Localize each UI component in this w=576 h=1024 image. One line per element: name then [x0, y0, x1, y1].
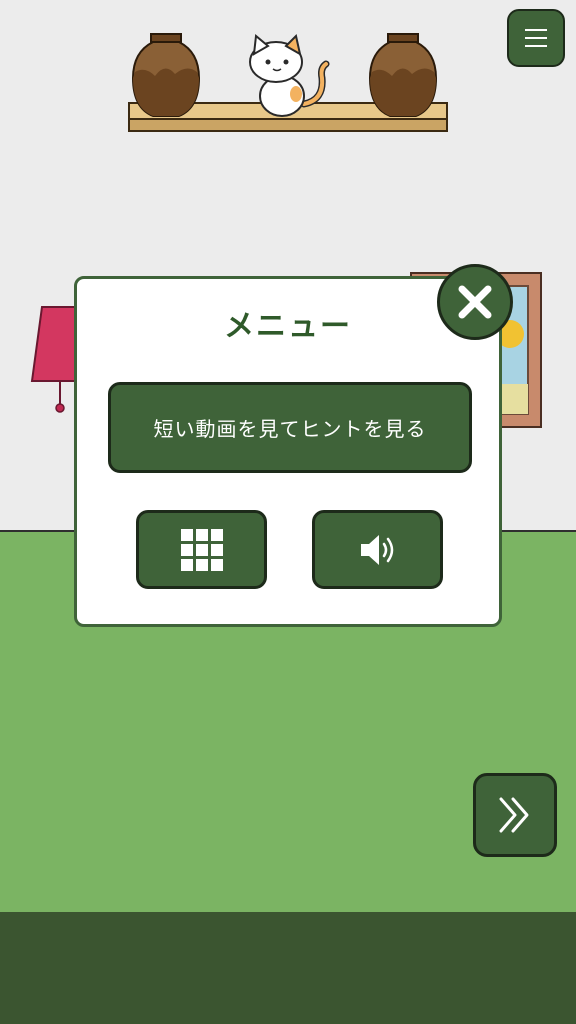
- close-dialog-button[interactable]: [437, 264, 513, 340]
- menu-button[interactable]: [507, 9, 565, 67]
- speaker-icon: [360, 534, 393, 565]
- hamburger-icon: [525, 29, 547, 47]
- dialog-title: メニュー: [224, 309, 352, 344]
- stage-select-button[interactable]: [136, 510, 267, 589]
- bottom-bar: [0, 912, 576, 1024]
- cat[interactable]: [246, 34, 330, 118]
- vase-right[interactable]: [368, 32, 438, 118]
- vase-left[interactable]: [131, 32, 201, 118]
- close-icon: [458, 285, 492, 319]
- sound-toggle-button[interactable]: [312, 510, 443, 589]
- menu-dialog: メニュー 短い動画を見てヒントを見る: [74, 276, 502, 627]
- next-scene-button[interactable]: [473, 773, 557, 857]
- double-chevron-right-icon: [499, 797, 529, 833]
- watch-video-hint-button[interactable]: 短い動画を見てヒントを見る: [108, 382, 472, 473]
- grid-icon: [180, 528, 223, 571]
